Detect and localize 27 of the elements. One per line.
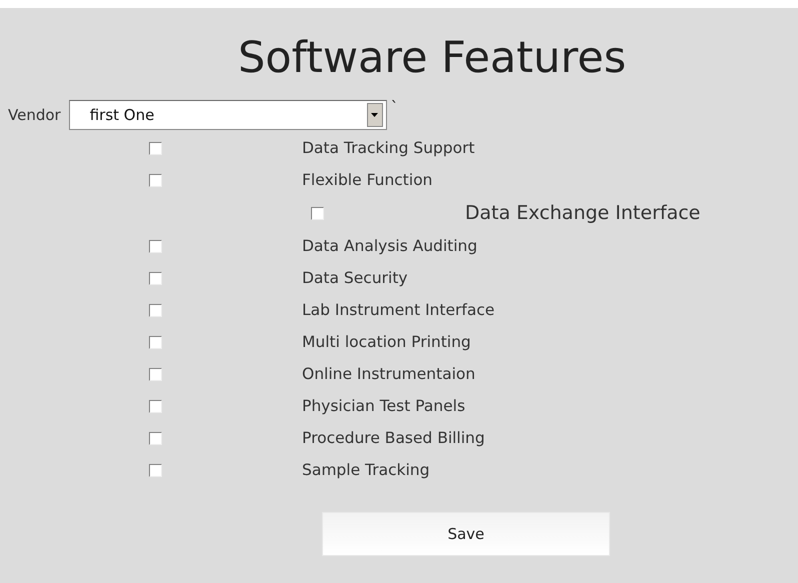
checkbox[interactable]: [149, 240, 162, 252]
checkbox[interactable]: [149, 368, 162, 380]
vendor-label: Vendor: [8, 106, 61, 124]
feature-label: Data Security: [302, 269, 408, 287]
checkbox[interactable]: [149, 272, 162, 284]
feature-label: Procedure Based Billing: [302, 429, 485, 447]
vendor-dropdown[interactable]: first One: [68, 100, 387, 130]
feature-label: Physician Test Panels: [302, 397, 466, 415]
checkbox[interactable]: [311, 206, 324, 220]
feature-label: Sample Tracking: [302, 461, 430, 479]
feature-label: Flexible Function: [302, 171, 433, 189]
feature-label: Multi location Printing: [302, 333, 471, 351]
checkbox[interactable]: [149, 304, 162, 316]
feature-label: Data Tracking Support: [302, 139, 475, 157]
save-button[interactable]: Save: [322, 512, 610, 556]
checkbox[interactable]: [149, 464, 162, 476]
feature-label: Online Instrumentaion: [302, 365, 476, 383]
feature-label: Lab Instrument Interface: [302, 301, 495, 319]
checkbox[interactable]: [149, 432, 162, 444]
checkbox[interactable]: [149, 142, 162, 154]
checkbox[interactable]: [149, 174, 162, 186]
checkbox[interactable]: [149, 400, 162, 412]
page-title: Software Features: [238, 32, 626, 85]
feature-label: Data Exchange Interface: [465, 202, 700, 224]
feature-label: Data Analysis Auditing: [302, 237, 478, 255]
stray-mark: `: [390, 98, 398, 116]
checkbox[interactable]: [149, 336, 162, 348]
